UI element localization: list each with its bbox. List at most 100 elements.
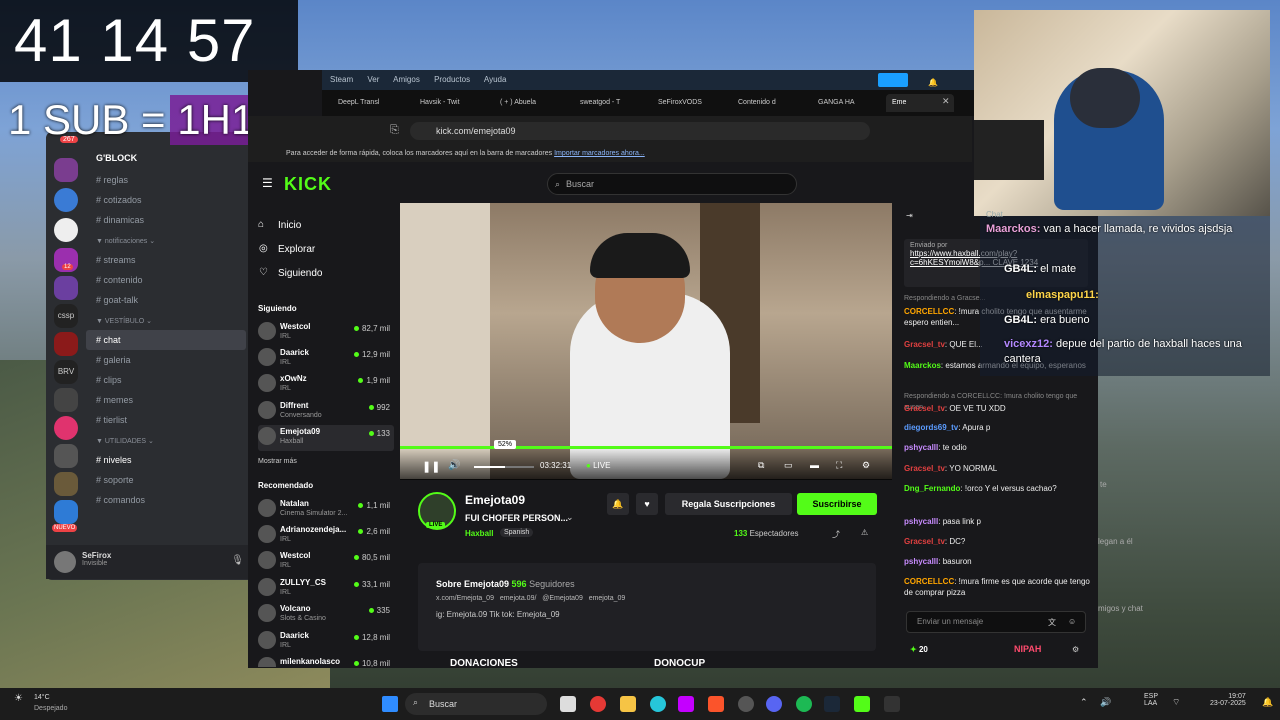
brave-icon[interactable]	[708, 696, 724, 712]
stream-category[interactable]: Haxball	[465, 529, 493, 538]
discord-icon[interactable]	[766, 696, 782, 712]
nav-inicio[interactable]: Inicio	[258, 214, 398, 238]
clock[interactable]: 19:07 23-07-2025	[1210, 693, 1246, 707]
app-icon[interactable]	[884, 696, 900, 712]
channel-contenido[interactable]: # contenido	[86, 270, 246, 290]
collapse-chat-icon[interactable]: ⇥	[906, 211, 913, 220]
follow-heart-button[interactable]: ♥	[636, 493, 658, 515]
language-indicator[interactable]: ESP LAA	[1144, 693, 1158, 707]
server-icon[interactable]	[54, 276, 78, 300]
channel-reglas[interactable]: # reglas	[86, 170, 246, 190]
pause-icon[interactable]: ❚❚	[422, 460, 440, 473]
nav-explorar[interactable]: Explorar	[258, 238, 398, 262]
server-icon[interactable]	[54, 388, 78, 412]
video-player[interactable]	[400, 203, 892, 479]
language-tag[interactable]: Spanish	[500, 528, 534, 537]
app-icon[interactable]	[560, 696, 576, 712]
emoji-icon[interactable]: ☺	[1068, 617, 1076, 626]
discord-user-panel[interactable]: SeFirox Invisible 🎙	[46, 545, 254, 579]
channel-memes[interactable]: # memes	[86, 390, 246, 410]
import-bookmarks-link[interactable]: Importar marcadores ahora...	[554, 150, 645, 157]
steam-icon[interactable]	[824, 696, 840, 712]
clip-icon[interactable]: ⧉	[758, 460, 764, 471]
menu-icon[interactable]: ☰	[262, 176, 273, 190]
bell-icon[interactable]: 🔔	[607, 493, 629, 515]
volume-icon[interactable]: 🔊	[448, 460, 460, 471]
channel-chat[interactable]: # chat	[86, 330, 246, 350]
channel-tierlist[interactable]: # tierlist	[86, 410, 246, 430]
tab-sefirox-vods[interactable]: SeFiroxVODS	[652, 94, 726, 112]
gear-icon[interactable]: ⚙	[862, 460, 870, 471]
tab-havsik[interactable]: Havsik - Twit	[414, 94, 488, 112]
app-icon[interactable]	[738, 696, 754, 712]
channel-soporte[interactable]: # soporte	[86, 470, 246, 490]
server-icon[interactable]	[54, 218, 78, 242]
server-icon-cssp[interactable]: cssp	[54, 304, 78, 328]
tab-contenido[interactable]: Contenido d	[732, 94, 806, 112]
kick-icon[interactable]	[854, 696, 870, 712]
channel-comandos[interactable]: # comandos	[86, 490, 246, 510]
kick-logo[interactable]: KICK	[284, 174, 332, 195]
channel-name[interactable]: Emejota09	[465, 493, 525, 507]
server-icon-brv[interactable]: BRV	[54, 360, 78, 384]
translate-icon[interactable]: 文	[1048, 617, 1056, 628]
steam-menu-productos[interactable]: Productos	[434, 75, 470, 84]
live-indicator[interactable]: ● LIVE	[586, 461, 610, 470]
recommended-item[interactable]: Westcol IRL 80,5 mil	[258, 549, 394, 575]
channel-dinamicas[interactable]: # dinamicas	[86, 210, 246, 230]
show-more-link[interactable]: Mostrar más	[258, 458, 297, 465]
category-notificaciones[interactable]: ▼ notificaciones ⌄	[86, 234, 246, 250]
server-icon[interactable]	[54, 332, 78, 356]
app-icon[interactable]	[650, 696, 666, 712]
steam-menu-ver[interactable]: Ver	[367, 75, 379, 84]
tab-ganga[interactable]: GANGA HA	[812, 94, 884, 112]
channel-galeria[interactable]: # galeria	[86, 350, 246, 370]
tab-sweatgod[interactable]: sweatgod - T	[574, 94, 646, 112]
category-utilidades[interactable]: ▼ UTILIDADES ⌄	[86, 434, 246, 450]
bookmark-icon[interactable]: ⎘	[390, 124, 399, 137]
recommended-item[interactable]: Adrianozendeja... IRL 2,6 mil	[258, 523, 394, 549]
chat-input[interactable]: Enviar un mensaje	[906, 611, 1086, 633]
volume-slider[interactable]	[474, 466, 534, 468]
wifi-icon[interactable]: ⌔	[1172, 697, 1180, 708]
following-item-active[interactable]: Emejota09 Haxball 133	[258, 425, 394, 451]
server-icon[interactable]	[54, 416, 78, 440]
server-icon[interactable]	[54, 500, 78, 524]
nav-siguiendo[interactable]: Siguiendo	[258, 262, 398, 286]
app-icon[interactable]	[590, 696, 606, 712]
subscribe-button[interactable]: Suscribirse	[797, 493, 877, 515]
steam-announce-button[interactable]	[878, 73, 908, 87]
chevron-down-icon[interactable]: ⌄	[566, 512, 574, 523]
channel-goat-talk[interactable]: # goat-talk	[86, 290, 246, 310]
notification-bell-icon[interactable]: 🔔	[1262, 697, 1273, 708]
category-vestibulo[interactable]: ▼ VESTÍBULO ⌄	[86, 314, 246, 330]
following-item[interactable]: xOwNz IRL 1,9 mil	[258, 372, 394, 398]
report-icon[interactable]: ⚠	[861, 528, 868, 537]
fullscreen-icon[interactable]: ⛶	[836, 460, 842, 471]
server-icon[interactable]	[54, 444, 78, 468]
spotify-icon[interactable]	[796, 696, 812, 712]
weather-temp[interactable]: 14°C	[34, 694, 50, 701]
channel-cotizados[interactable]: # cotizados	[86, 190, 246, 210]
following-item[interactable]: Westcol IRL 82,7 mil	[258, 320, 394, 346]
folder-icon[interactable]	[620, 696, 636, 712]
following-item[interactable]: Diffrent Conversando 992	[258, 399, 394, 425]
steam-menu-amigos[interactable]: Amigos	[393, 75, 420, 84]
windows-start-icon[interactable]	[382, 696, 398, 712]
close-tab-icon[interactable]: ✕	[942, 96, 950, 107]
recommended-item[interactable]: Natalan Cinema Simulator 2... 1,1 mil	[258, 497, 394, 523]
chevron-up-icon[interactable]: ⌃	[1080, 697, 1088, 708]
steam-menu-ayuda[interactable]: Ayuda	[484, 75, 507, 84]
server-icon[interactable]	[54, 188, 78, 212]
theater-icon[interactable]: ▬	[810, 460, 819, 470]
steam-menu-steam[interactable]: Steam	[330, 75, 353, 84]
microphone-icon[interactable]: 🎙	[231, 555, 244, 566]
kick-search-input[interactable]: Buscar	[547, 173, 797, 195]
chat-settings-icon[interactable]: ⚙	[1072, 645, 1079, 654]
gift-subs-button[interactable]: Regala Suscripciones	[665, 493, 792, 515]
following-item[interactable]: Daarick IRL 12,9 mil	[258, 346, 394, 372]
channel-streams[interactable]: # streams	[86, 250, 246, 270]
share-icon[interactable]: ⤴	[832, 529, 840, 540]
channel-clips[interactable]: # clips	[86, 370, 246, 390]
tab-abuela[interactable]: ( + ) Abuela	[494, 94, 568, 112]
